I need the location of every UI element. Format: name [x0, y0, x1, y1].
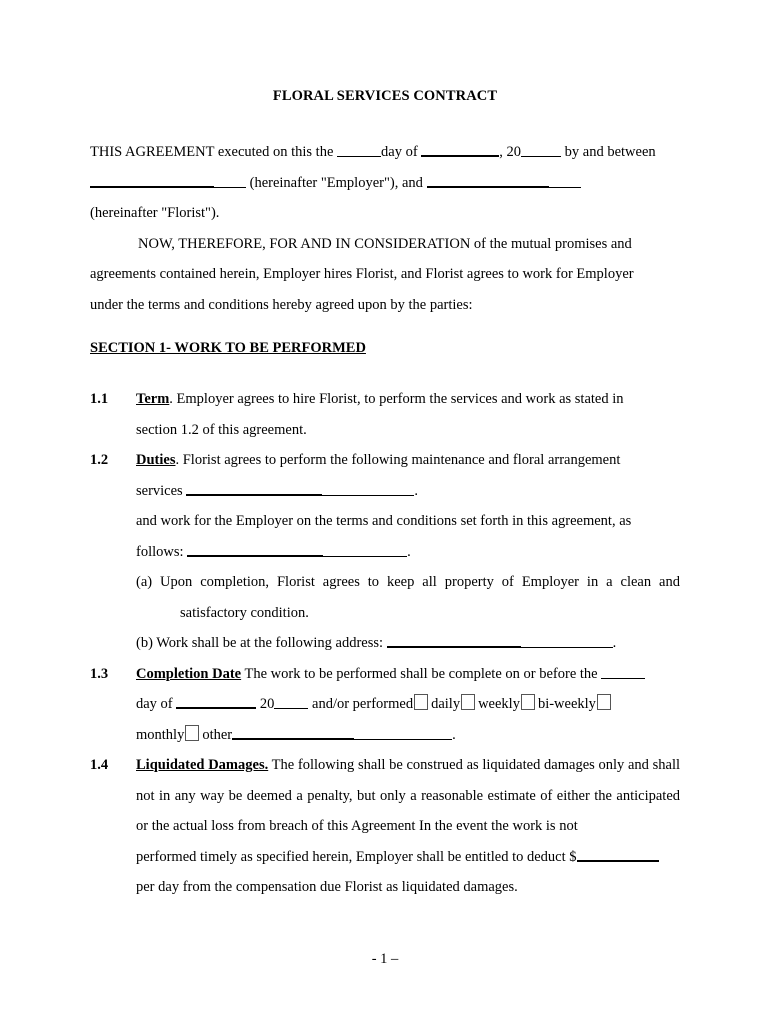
intro-text-1c: , 20 [499, 144, 522, 160]
blank-follows [187, 541, 324, 557]
clause-1-2-text-e: follows: [136, 543, 188, 560]
clause-1-1-text-a: . Employer agrees to hire Florist, to pe… [169, 391, 624, 407]
clause-1-3-body: Completion Date The work to be performed… [136, 659, 680, 751]
clause-1-2-sub-b-period: . [612, 635, 617, 651]
clause-1-2-number: 1.2 [90, 452, 109, 468]
clause-1-4-text-a: The following shall be construed as liqu… [268, 757, 649, 773]
clause-1-2: 1.2 Duties. Florist agrees to perform th… [90, 445, 680, 659]
blank-florist-name-2 [548, 173, 581, 188]
blank-other-2 [354, 725, 453, 740]
clause-1-3: 1.3 Completion Date The work to be perfo… [90, 659, 680, 751]
checkbox-weekly[interactable] [461, 694, 476, 710]
clause-1-2-sub-a-line-1: (a) Upon completion, Florist agrees to k… [136, 574, 680, 590]
section-1-heading: SECTION 1- WORK TO BE PERFORMED [90, 340, 366, 356]
clause-1-3-number: 1.3 [90, 665, 109, 682]
intro-paragraph-c: under the terms and conditions hereby ag… [90, 296, 473, 313]
clause-1-4-text-e: per day from the compensation due Floris… [136, 879, 518, 895]
option-monthly-label: monthly [136, 726, 185, 743]
page-number: - 1 – [371, 951, 399, 967]
blank-address [386, 632, 521, 648]
clause-1-4-line-4: performed timely as specified herein, Em… [136, 842, 680, 873]
option-other-label: other [202, 726, 233, 743]
blank-address-2 [520, 633, 613, 648]
intro-text-1b: day of [381, 144, 422, 160]
clause-1-3-text-b: day of [136, 696, 177, 712]
intro-paragraph-a: NOW, THEREFORE, FOR AND IN CONSIDERATION… [138, 235, 632, 252]
blank-florist-name [426, 172, 549, 188]
clause-1-1-text-b: section 1.2 of this agreement. [136, 421, 307, 438]
blank-year [521, 142, 562, 157]
checkbox-monthly-box[interactable] [596, 694, 611, 710]
clause-1-3-text-a: The work to be performed shall be comple… [241, 665, 602, 682]
blank-services [186, 480, 323, 496]
intro-text-1a: THIS AGREEMENT executed on this the [90, 144, 338, 160]
intro-paragraph-b: agreements contained herein, Employer hi… [90, 266, 634, 282]
blank-follows-2 [323, 542, 408, 557]
clause-1-3-line-2: day of 20 and/or performed daily weekly bi-… [136, 689, 680, 720]
intro-text-1d: by and between [561, 144, 656, 160]
clause-1-2-follows-line: follows: . [136, 537, 680, 568]
blank-damages-amount [576, 846, 659, 862]
clause-1-2-text-c: . [414, 482, 418, 499]
page-title: FLORAL SERVICES CONTRACT [272, 88, 498, 104]
checkbox-daily[interactable] [414, 694, 429, 710]
blank-employer-name [90, 172, 214, 188]
clause-1-1-number: 1.1 [90, 391, 109, 407]
clause-1-4-label: Liquidated Damages. [136, 757, 269, 773]
blank-other [232, 724, 355, 740]
clause-1-4-number: 1.4 [90, 757, 109, 773]
blank-services-2 [322, 481, 415, 496]
document-page: FLORAL SERVICES CONTRACT THIS AGREEMENT … [0, 0, 770, 1024]
clause-1-3-label: Completion Date [136, 665, 242, 682]
clause-1-4: 1.4 Liquidated Damages. The following sh… [90, 750, 680, 903]
clause-1-3-line-3: monthly other. [136, 720, 680, 751]
option-biweekly-label: bi-weekly [537, 696, 596, 712]
intro-line-3: (hereinafter "Florist"). [90, 205, 220, 221]
option-daily-label: daily [431, 696, 461, 712]
clause-1-1: 1.1 Term. Employer agrees to hire Floris… [90, 384, 680, 445]
clause-1-2-text-b: services [136, 482, 187, 499]
checkbox-biweekly[interactable] [520, 694, 535, 710]
clause-1-2-text-a: . Florist agrees to perform the followin… [175, 452, 621, 468]
clause-1-4-line-5: per day from the compensation due Floris… [136, 872, 680, 903]
blank-completion-day [601, 664, 646, 679]
clause-1-3-text-d: and/or performed [308, 696, 414, 712]
intro-line-1: THIS AGREEMENT executed on this the day … [90, 137, 680, 168]
option-weekly-label: weekly [478, 696, 520, 712]
clause-1-2-text-d: and work for the Employer on the terms a… [136, 513, 632, 529]
blank-day [337, 142, 382, 157]
clause-1-2-sub-a-line-2: satisfactory condition. [180, 604, 309, 621]
clause-1-3-text-e: . [452, 726, 456, 743]
blank-completion-year [274, 694, 309, 709]
clause-1-2-sub-b: (b) Work shall be at the following addre… [136, 628, 680, 659]
clause-1-2-sub-a: (a) Upon completion, Florist agrees to k… [136, 567, 680, 628]
clause-1-2-text-f: . [407, 543, 411, 560]
checkbox-other[interactable] [185, 724, 200, 741]
clause-1-1-label: Term [136, 391, 170, 407]
clause-1-1-body: Term. Employer agrees to hire Florist, t… [136, 384, 680, 445]
clause-1-4-text-d: performed timely as specified herein, Em… [136, 848, 577, 865]
intro-text-2a: (hereinafter "Employer"), and [246, 174, 427, 191]
blank-completion-month [176, 693, 257, 709]
clause-1-2-services-line: services . [136, 476, 680, 507]
clause-1-2-sub-b-text: (b) Work shall be at the following addre… [136, 635, 387, 651]
clause-1-4-body: Liquidated Damages. The following shall … [136, 750, 680, 903]
clause-1-2-label: Duties [136, 452, 176, 468]
intro-line-2: (hereinafter "Employer"), and [90, 168, 680, 199]
clause-1-3-text-c: 20 [256, 696, 275, 712]
clause-1-2-body: Duties. Florist agrees to perform the fo… [136, 445, 680, 659]
blank-employer-name-2 [214, 173, 246, 188]
blank-month [421, 141, 500, 157]
page-footer: - 1 – [0, 951, 770, 968]
